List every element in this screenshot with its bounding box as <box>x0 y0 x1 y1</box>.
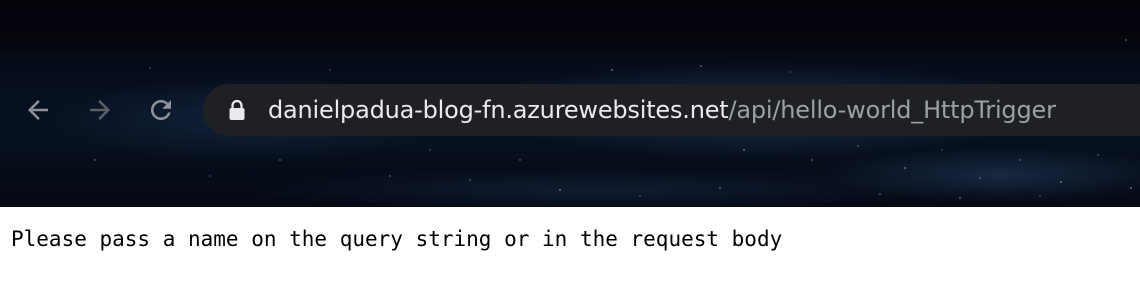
response-message: Please pass a name on the query string o… <box>11 227 783 251</box>
page-content: Please pass a name on the query string o… <box>0 207 1140 307</box>
address-bar[interactable]: danielpadua-blog-fn.azurewebsites.net/ap… <box>203 84 1140 136</box>
reload-icon <box>151 100 171 120</box>
browser-toolbar: danielpadua-blog-fn.azurewebsites.net/ap… <box>0 0 1140 207</box>
back-button[interactable] <box>18 90 58 130</box>
arrow-left-icon <box>28 100 48 120</box>
forward-button[interactable] <box>80 90 120 130</box>
url-path: /api/hello-world_HttpTrigger <box>728 96 1056 124</box>
url-text[interactable]: danielpadua-blog-fn.azurewebsites.net/ap… <box>268 96 1056 124</box>
lock-icon[interactable] <box>228 99 246 121</box>
url-host: danielpadua-blog-fn.azurewebsites.net <box>268 96 729 124</box>
arrow-right-icon <box>90 100 110 120</box>
reload-button[interactable] <box>141 90 181 130</box>
